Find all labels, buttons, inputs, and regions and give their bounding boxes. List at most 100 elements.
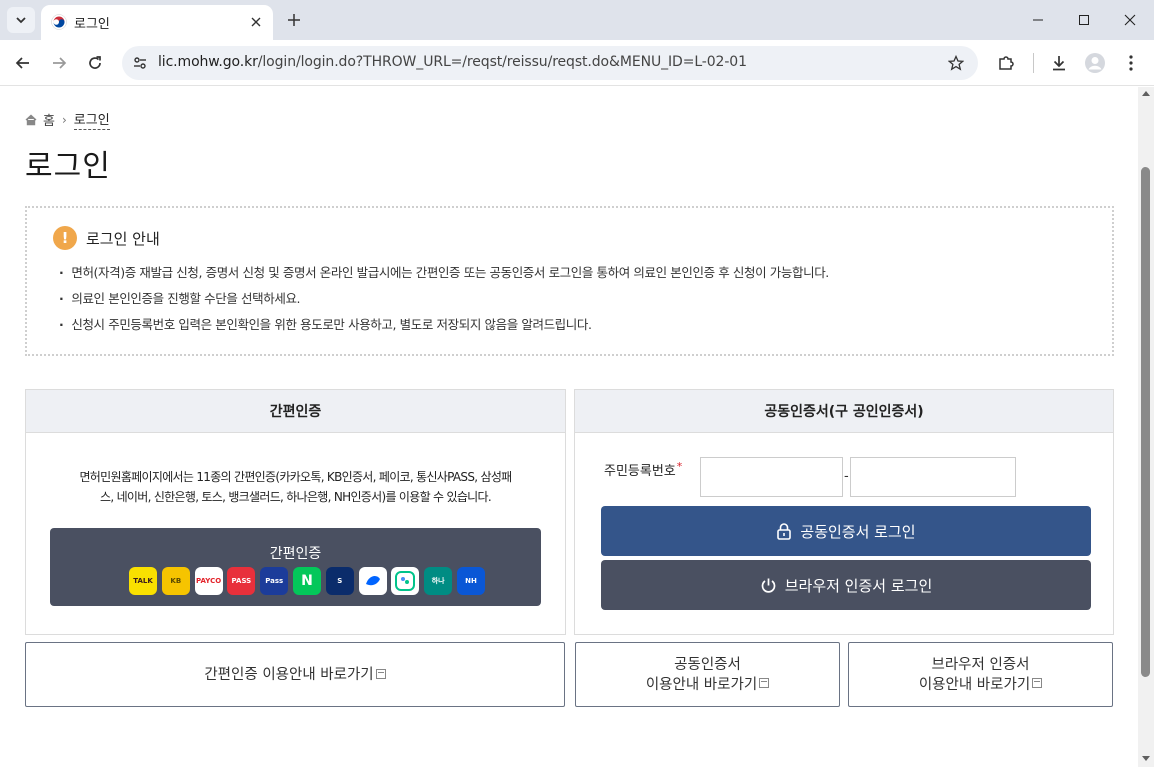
bookmark-button[interactable] [946,53,966,73]
simple-guide-label: 간편인증 이용안내 바로가기 [204,666,374,683]
payco-logo-icon: PAYCO [194,567,223,595]
new-tab-button[interactable] [283,9,305,31]
tune-icon [134,57,146,69]
cert-auth-panel: 공동인증서(구 공인인증서) 주민등록번호* - 공동인증서 로그인 브라우저 … [574,389,1114,635]
simple-auth-description-line: 스, 네이버, 신한은행, 토스, 뱅크샐러드, 하나은행, NH인증서)를 이… [100,490,492,504]
back-button[interactable] [11,51,35,75]
notice-title: 로그인 안내 [86,229,160,248]
naver-logo-icon: N [292,567,321,595]
scroll-thumb[interactable] [1141,167,1150,677]
new-window-icon [759,677,770,688]
simple-auth-button[interactable]: 간편인증 TALK KB PAYCO PASS Pass N S 하나 NH [50,528,541,606]
notice-item: 의료인 본인인증을 진행할 수단을 선택하세요. [59,290,829,316]
browser-menu-button[interactable] [1119,51,1143,75]
toolbar-divider [1033,53,1034,73]
simple-auth-guide-link[interactable]: 간편인증 이용안내 바로가기 [25,642,565,707]
forward-button[interactable] [47,51,71,75]
browser-guide-line: 이용안내 바로가기 [918,676,1031,693]
shinhan-logo-icon: S [325,567,354,595]
power-icon [761,578,776,593]
plus-icon [288,14,300,26]
more-vertical-icon [1129,55,1133,71]
lock-icon [777,523,792,540]
notice-item: 신청시 주민등록번호 입력은 본인확인을 위한 용도로만 사용하고, 별도로 저… [59,316,829,342]
rrn-back-input[interactable] [850,457,1016,497]
arrow-right-icon [53,57,67,69]
tab-close-button[interactable] [247,13,265,31]
browser-guide-line: 브라우저 인증서 [931,656,1030,673]
minimize-icon [1033,19,1043,21]
cert-guide-text: 공동인증서 이용안내 바로가기 [646,655,770,695]
pass-logo-icon: PASS [227,567,256,595]
maximize-button[interactable] [1061,0,1107,40]
samsung-pass-logo-icon: Pass [260,567,289,595]
new-window-icon [375,668,386,679]
cert-login-button[interactable]: 공동인증서 로그인 [601,506,1091,556]
browser-toolbar: lic.mohw.go.kr/login/login.do?THROW_URL=… [0,40,1154,86]
browser-guide-line2: 이용안내 바로가기 [918,675,1043,695]
provider-logos: TALK KB PAYCO PASS Pass N S 하나 NH [129,567,485,595]
nh-logo-icon: NH [456,567,485,595]
cert-auth-header: 공동인증서(구 공인인증서) [575,390,1113,433]
simple-auth-description: 면허민원홈페이지에서는 11종의 간편인증(카카오톡, KB인증서, 페이코, … [48,467,543,507]
scroll-up-arrow-icon[interactable] [1142,91,1150,96]
address-bar[interactable]: lic.mohw.go.kr/login/login.do?THROW_URL=… [122,46,978,80]
chevron-down-icon [16,17,26,24]
download-icon [1053,56,1065,71]
downloads-button[interactable] [1047,51,1071,75]
close-icon [1124,14,1136,26]
cert-login-label: 공동인증서 로그인 [800,522,916,541]
simple-auth-button-label: 간편인증 [269,546,322,562]
login-notice-box: ! 로그인 안내 면허(자격)증 재발급 신청, 증명서 신청 및 증명서 온라… [25,206,1114,356]
browser-guide-text: 브라우저 인증서 이용안내 바로가기 [918,655,1043,695]
breadcrumb-current: 로그인 [73,109,110,130]
cert-guide-line2: 이용안내 바로가기 [646,675,770,695]
tab-title: 로그인 [74,17,110,32]
page-title: 로그인 [25,149,111,184]
kb-logo-icon: KB [161,567,190,595]
simple-auth-description-line: 면허민원홈페이지에서는 11종의 간편인증(카카오톡, KB인증서, 페이코, … [79,470,512,484]
browser-login-label: 브라우저 인증서 로그인 [784,576,933,595]
scroll-down-arrow-icon[interactable] [1142,756,1150,761]
url-path: /login/login.do?THROW_URL=/reqst/reissu/… [257,54,747,70]
rrn-label-text: 주민등록번호 [604,464,676,479]
arrow-left-icon [15,57,29,69]
page-scrollbar[interactable] [1138,87,1154,767]
kakaotalk-logo-icon: TALK [129,567,157,595]
rrn-dash: - [844,469,849,484]
home-icon[interactable] [25,114,37,126]
extensions-button[interactable] [994,51,1018,75]
tab-bar: 로그인 [0,0,1154,40]
cert-guide-link[interactable]: 공동인증서 이용안내 바로가기 [575,642,840,707]
notice-header: ! 로그인 안내 [53,226,160,250]
rrn-front-input[interactable] [700,457,843,497]
reload-button[interactable] [83,51,107,75]
chevron-right-icon: › [61,112,67,127]
window-close-button[interactable] [1107,0,1153,40]
browser-tab[interactable]: 로그인 [41,5,273,40]
browser-cert-guide-link[interactable]: 브라우저 인증서 이용안내 바로가기 [848,642,1113,707]
new-window-icon [1032,677,1043,688]
url-text[interactable]: lic.mohw.go.kr/login/login.do?THROW_URL=… [158,54,747,70]
simple-auth-header: 간편인증 [26,390,565,433]
profile-button[interactable] [1083,51,1107,75]
breadcrumb-home[interactable]: 홈 [43,110,55,129]
reload-icon [89,56,101,69]
notice-item: 면허(자격)증 재발급 신청, 증명서 신청 및 증명서 온라인 발급시에는 간… [59,264,829,290]
puzzle-icon [999,56,1014,70]
taegeuk-favicon-icon [51,14,67,30]
rrn-label: 주민등록번호* [604,460,682,479]
minimize-button[interactable] [1015,0,1061,40]
maximize-icon [1079,15,1089,25]
banksalad-logo-icon [391,567,420,595]
exclamation-icon: ! [53,226,77,250]
toss-logo-icon [358,567,387,595]
tab-search-button[interactable] [7,7,35,33]
cert-guide-line: 공동인증서 [674,656,741,673]
browser-cert-login-button[interactable]: 브라우저 인증서 로그인 [601,560,1091,610]
required-mark: * [676,460,683,473]
site-info-button[interactable] [130,53,150,73]
avatar-icon [1085,53,1105,73]
page-content: 홈 › 로그인 로그인 ! 로그인 안내 면허(자격)증 재발급 신청, 증명서… [0,87,1138,767]
star-icon [948,55,964,71]
